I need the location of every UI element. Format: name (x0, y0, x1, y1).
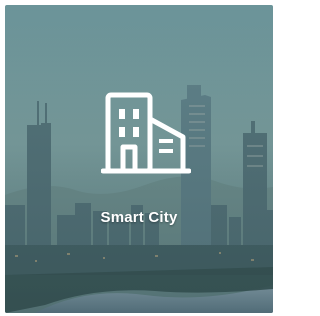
smart-city-card[interactable]: Smart City (5, 5, 273, 313)
card-title: Smart City (100, 209, 178, 226)
city-buildings-icon (101, 92, 191, 174)
